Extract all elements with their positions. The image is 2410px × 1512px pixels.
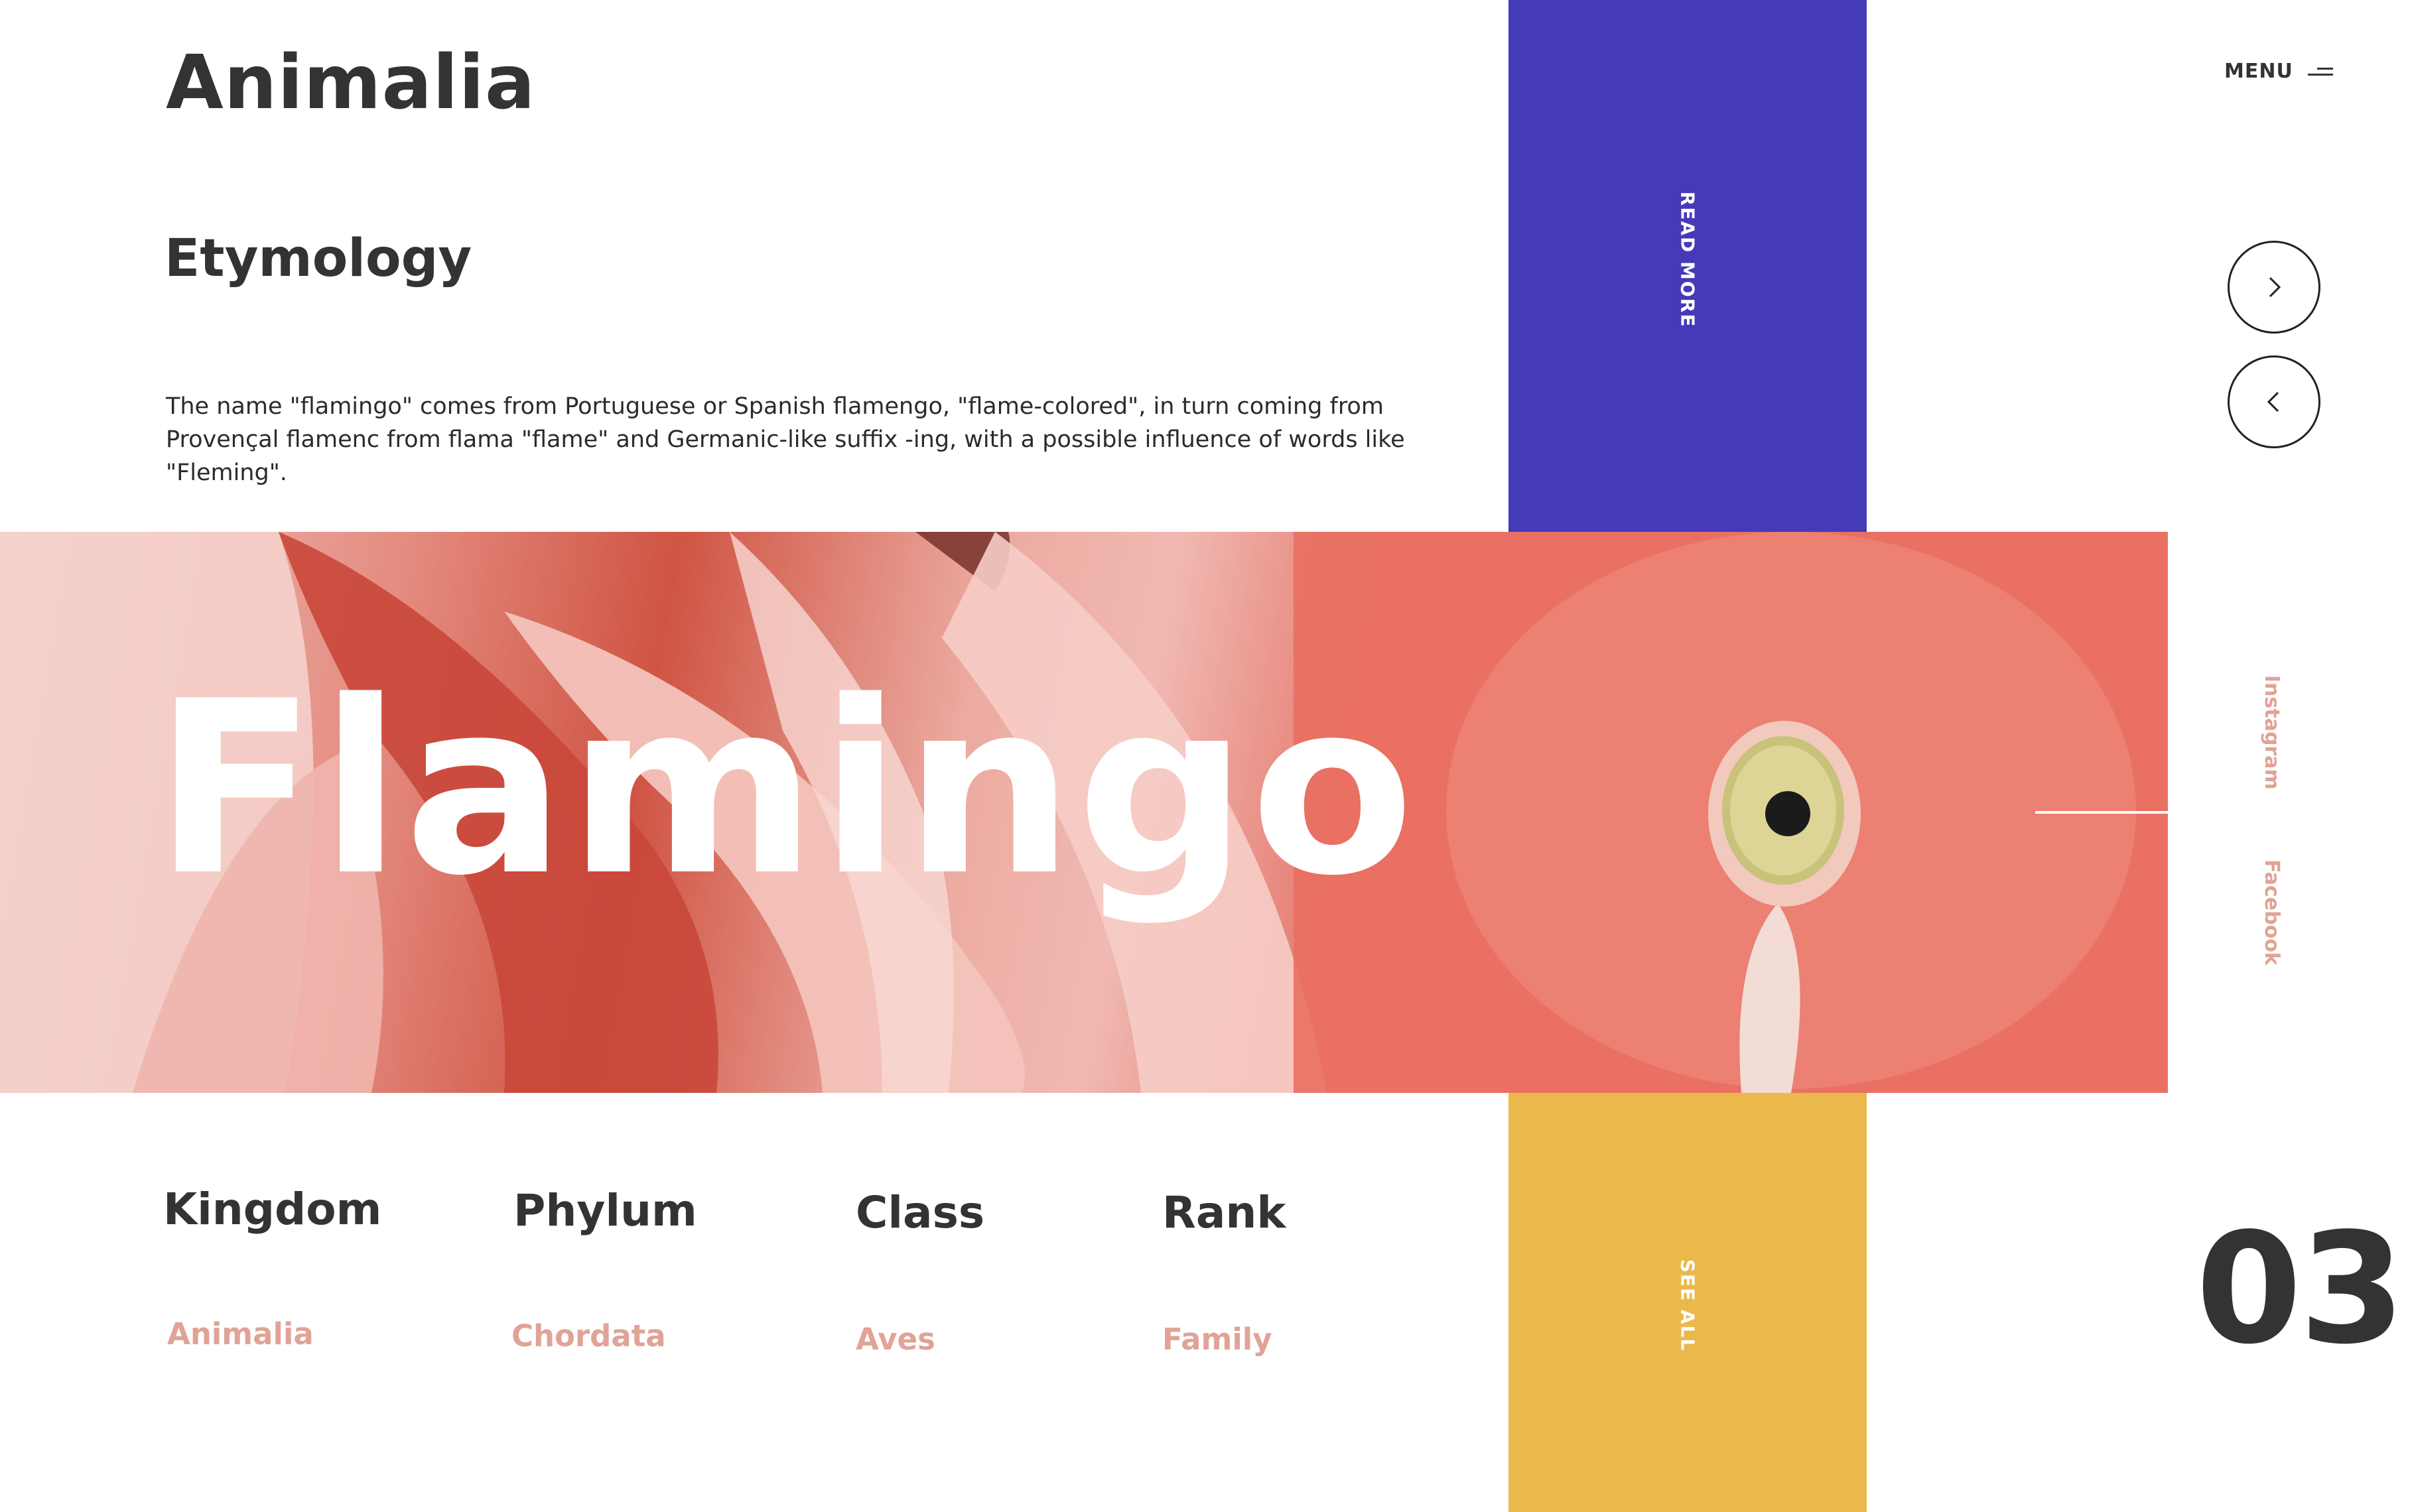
previous-slide-button[interactable] <box>2228 355 2320 448</box>
phylum-value: Chordata <box>511 1318 666 1354</box>
hero-title: Flamingo <box>154 650 1418 928</box>
divider-line <box>2035 811 2168 814</box>
instagram-link[interactable]: Instagram <box>2260 675 2283 790</box>
kingdom-value: Animalia <box>167 1316 314 1352</box>
phylum-heading: Phylum <box>513 1185 697 1236</box>
rank-value: Family <box>1162 1322 1272 1357</box>
class-heading: Class <box>856 1187 985 1238</box>
see-all-button[interactable]: SEE ALL <box>1508 1093 1867 1512</box>
see-all-label: SEE ALL <box>1676 1259 1699 1352</box>
facebook-link[interactable]: Facebook <box>2260 859 2283 966</box>
menu-label: MENU <box>2224 60 2293 83</box>
kingdom-heading: Kingdom <box>163 1184 382 1235</box>
next-slide-button[interactable] <box>2228 241 2320 334</box>
read-more-button[interactable]: READ MORE <box>1508 0 1867 532</box>
chevron-right-icon <box>2269 277 2281 298</box>
read-more-label: READ MORE <box>1676 191 1699 328</box>
chevron-left-icon <box>2267 391 2279 412</box>
site-logo[interactable]: Animalia <box>166 38 535 127</box>
etymology-text: The name "flamingo" comes from Portugues… <box>166 393 1405 486</box>
class-value: Aves <box>856 1322 935 1357</box>
slide-number: 03 <box>2196 1201 2405 1378</box>
rank-heading: Rank <box>1162 1187 1286 1238</box>
etymology-heading: Etymology <box>165 229 472 288</box>
menu-button[interactable]: MENU <box>2224 60 2333 83</box>
hamburger-icon <box>2307 66 2333 78</box>
